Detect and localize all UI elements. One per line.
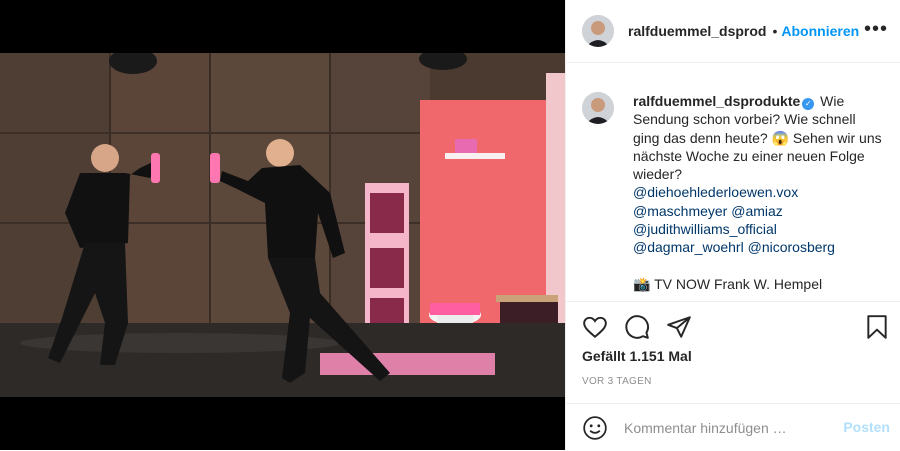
post-dialog: ralfduemmel_dsprod • Abonnieren ••• ralf… xyxy=(0,0,900,450)
verified-badge-icon: ✓ xyxy=(802,98,815,110)
avatar-image xyxy=(582,92,614,124)
caption-avatar[interactable] xyxy=(582,92,614,124)
comment-icon[interactable] xyxy=(624,314,650,340)
mention-link[interactable]: @diehoehlederloewen.vox xyxy=(633,184,798,200)
header-username[interactable]: ralfduemmel_dsprod xyxy=(628,23,766,39)
post-media xyxy=(0,0,565,450)
emoji-icon[interactable] xyxy=(582,415,608,441)
caption-text-block: ralfduemmel_dsprodukte ✓ Wie Sendung scho… xyxy=(633,92,883,293)
photo-credit: 📸 TV NOW Frank W. Hempel xyxy=(633,275,823,292)
follow-button[interactable]: Abonnieren xyxy=(781,23,859,39)
post-actions: Gefällt 1.151 Mal VOR 3 TAGEN xyxy=(566,301,900,402)
post-photo[interactable] xyxy=(0,53,565,397)
avatar-image xyxy=(582,15,614,47)
post-comment-button[interactable]: Posten xyxy=(843,419,890,435)
heart-icon[interactable] xyxy=(582,314,608,340)
post-caption: ralfduemmel_dsprodukte ✓ Wie Sendung scho… xyxy=(582,92,892,293)
mention-link[interactable]: @dagmar_woehrl xyxy=(633,239,744,255)
bookmark-icon[interactable] xyxy=(864,314,890,340)
mention-link[interactable]: @maschmeyer xyxy=(633,203,727,219)
comment-bar: Posten xyxy=(566,403,900,451)
mention-link[interactable]: @nicorosberg xyxy=(748,239,835,255)
header-separator: • xyxy=(772,23,778,39)
caption-username[interactable]: ralfduemmel_dsprodukte xyxy=(633,93,800,109)
mention-link[interactable]: @judithwilliams_official xyxy=(633,221,777,237)
header-avatar[interactable] xyxy=(582,15,614,47)
comment-input[interactable] xyxy=(622,418,826,437)
like-count[interactable]: Gefällt 1.151 Mal xyxy=(582,348,692,364)
share-icon[interactable] xyxy=(666,314,692,340)
mention-link[interactable]: @amiaz xyxy=(731,203,783,219)
post-header: ralfduemmel_dsprod • Abonnieren ••• xyxy=(566,0,900,63)
action-icons xyxy=(582,314,692,340)
post-side-panel: ralfduemmel_dsprod • Abonnieren ••• ralf… xyxy=(565,0,900,450)
more-icon[interactable]: ••• xyxy=(864,19,888,39)
post-timestamp[interactable]: VOR 3 TAGEN xyxy=(582,376,652,387)
